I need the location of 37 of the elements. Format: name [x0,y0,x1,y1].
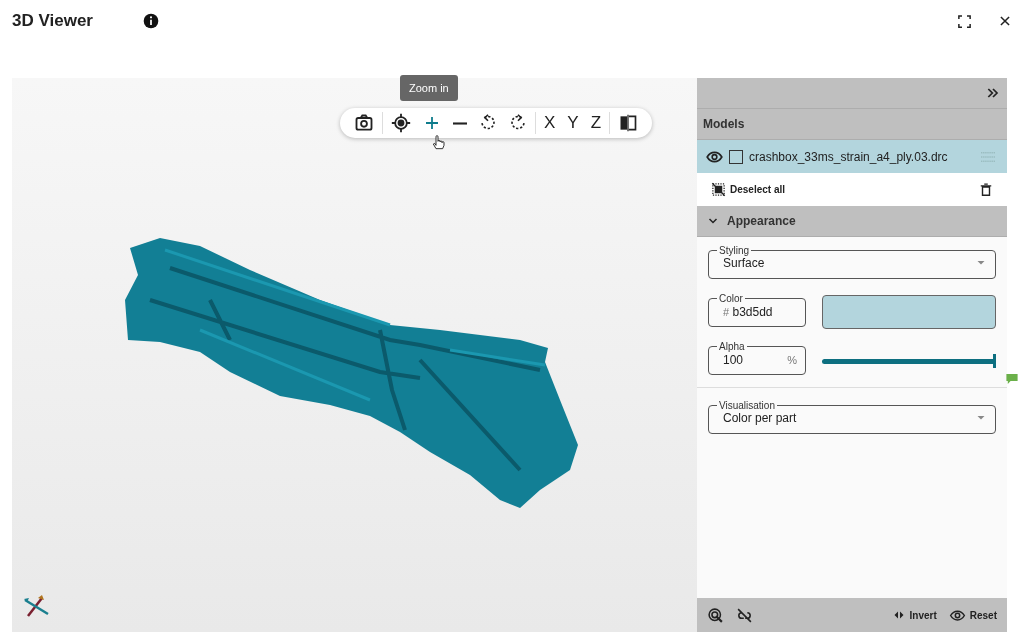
rotate-right-icon [509,114,527,132]
axis-button[interactable]: X [540,111,560,135]
section-header[interactable]: Appearance [697,206,1007,237]
checkbox[interactable] [729,149,743,164]
link-off-icon[interactable] [736,606,753,624]
model-name: crashbox_33ms_strain_a4_ply.03.drc [749,149,948,164]
deselect-icon [711,182,726,197]
chat-icon [1005,372,1019,386]
invert-button[interactable]: Invert [891,609,937,621]
section-title: Models [703,117,745,131]
camera-icon [354,113,374,133]
target-icon [391,113,411,133]
color-swatch[interactable] [822,295,996,329]
alpha-slider[interactable] [822,354,996,368]
plus-icon [423,114,441,132]
fullscreen-icon[interactable] [957,13,972,29]
axis-button[interactable]: Y [563,111,583,135]
tooltip: Zoom in [400,75,458,101]
eye-icon [948,607,966,623]
target-pointer-icon[interactable] [707,606,724,624]
info-icon [142,13,159,29]
visualisation-select[interactable]: Visualisation Color per part [708,400,996,434]
trash-icon[interactable] [979,181,993,198]
deselect-all-button[interactable]: Deselect all [711,182,786,197]
styling-select[interactable]: Styling Surface [708,245,996,279]
color-field[interactable]: Color # b3d5dd [708,293,806,327]
window-title: 3D Viewer [12,11,93,31]
split-view-icon [618,113,639,133]
alpha-field[interactable]: Alpha 100 % [708,341,806,375]
axis-button[interactable]: Z [586,111,606,135]
reset-button[interactable]: Reset [948,607,997,623]
rotate-left-icon [479,114,497,132]
model-row[interactable]: crashbox_33ms_strain_a4_ply.03.drc [697,140,1007,173]
close-icon[interactable] [998,14,1012,28]
axes-gizmo-icon [22,594,50,618]
list-icon [978,149,998,164]
minus-icon [453,121,467,125]
